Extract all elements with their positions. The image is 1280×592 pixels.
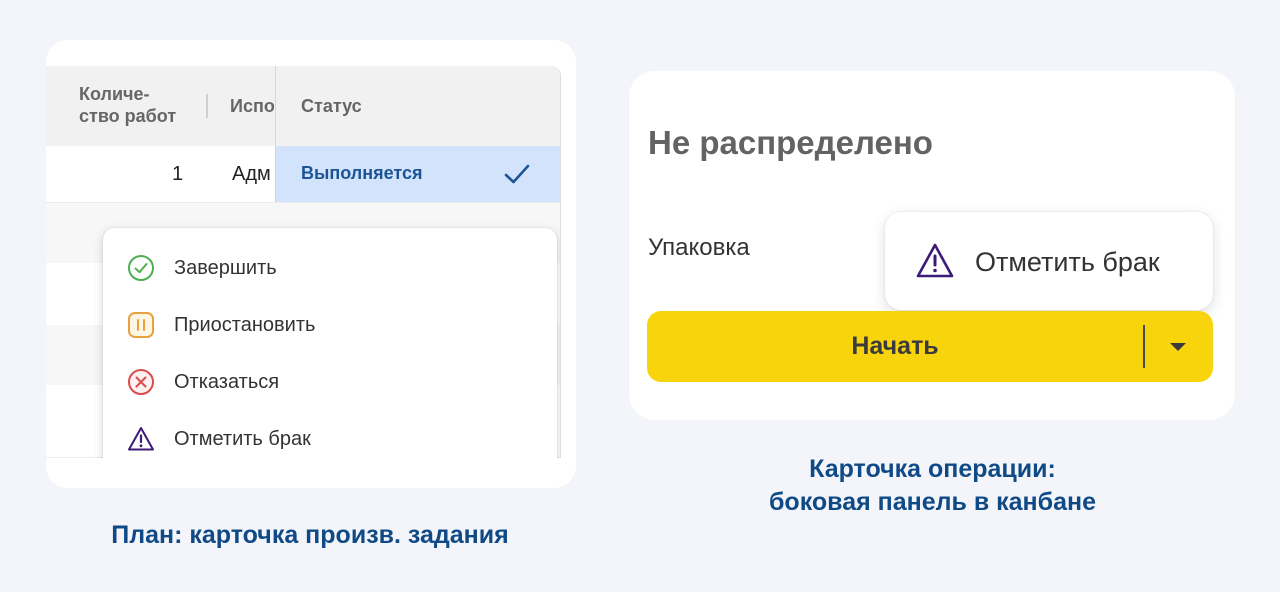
button-divider bbox=[1143, 325, 1145, 368]
column-header-quantity-line2: ство работ bbox=[79, 106, 177, 126]
pause-icon bbox=[128, 312, 154, 338]
column-header-status-cell[interactable]: Статус bbox=[275, 66, 560, 146]
check-circle-icon bbox=[128, 255, 154, 281]
menu-item-mark-defect[interactable]: Отметить брак bbox=[103, 413, 557, 458]
caption-operation-card: Карточка операции: боковая панель в канб… bbox=[700, 453, 1165, 519]
column-header-status: Статус bbox=[301, 96, 362, 116]
canvas: Количе- ство работ Испо Статус 1 Адм Вып… bbox=[0, 0, 1280, 592]
column-header-quantity-line1: Количе- bbox=[79, 84, 150, 104]
cell-executor: Адм bbox=[232, 163, 271, 185]
tasks-table: Количе- ство работ Испо Статус 1 Адм Вып… bbox=[46, 66, 561, 458]
menu-item-pause[interactable]: Приостановить bbox=[103, 299, 557, 349]
menu-item-complete[interactable]: Завершить bbox=[103, 242, 557, 292]
menu-item-label: Отказаться bbox=[174, 371, 280, 393]
menu-item-refuse[interactable]: Отказаться bbox=[103, 356, 557, 406]
chevron-down-icon[interactable] bbox=[1167, 337, 1189, 357]
operation-name: Упаковка bbox=[648, 234, 750, 261]
status-actions-menu: Завершить Приостановить Отказаться Отмет… bbox=[103, 228, 557, 458]
start-button-label: Начать bbox=[851, 332, 939, 360]
cell-quantity: 1 bbox=[172, 163, 184, 185]
mark-defect-popup[interactable]: Отметить брак bbox=[885, 212, 1213, 310]
caption-production-task: План: карточка произв. задания bbox=[111, 521, 509, 549]
column-header-executor[interactable]: Испо bbox=[230, 95, 274, 117]
caption-operation-card-line1: Карточка операции: bbox=[809, 455, 1056, 483]
start-button[interactable]: Начать bbox=[647, 311, 1213, 382]
column-header-quantity[interactable]: Количе- ство работ bbox=[79, 83, 209, 127]
production-task-card: Количе- ство работ Испо Статус 1 Адм Вып… bbox=[46, 40, 576, 488]
table-row[interactable]: 1 Адм Выполняется bbox=[46, 146, 560, 203]
assignee-status-title: Не распределено bbox=[648, 124, 933, 161]
menu-item-label: Завершить bbox=[174, 257, 277, 279]
warning-triangle-icon bbox=[128, 427, 154, 451]
operation-card: Не распределено Упаковка Отметить брак Н… bbox=[629, 71, 1235, 420]
table-header: Количе- ство работ Испо Статус bbox=[46, 66, 560, 147]
caption-operation-card-line2: боковая панель в канбане bbox=[768, 488, 1097, 516]
cancel-circle-icon bbox=[128, 369, 154, 395]
popup-item-label: Отметить брак bbox=[975, 247, 1160, 277]
column-resize-handle[interactable] bbox=[206, 94, 208, 118]
status-value: Выполняется bbox=[301, 163, 423, 183]
checkmark-icon bbox=[504, 164, 530, 184]
warning-triangle-icon bbox=[916, 243, 954, 278]
menu-item-label: Отметить брак bbox=[174, 428, 311, 450]
status-select[interactable]: Выполняется bbox=[275, 146, 560, 202]
menu-item-label: Приостановить bbox=[174, 314, 316, 336]
